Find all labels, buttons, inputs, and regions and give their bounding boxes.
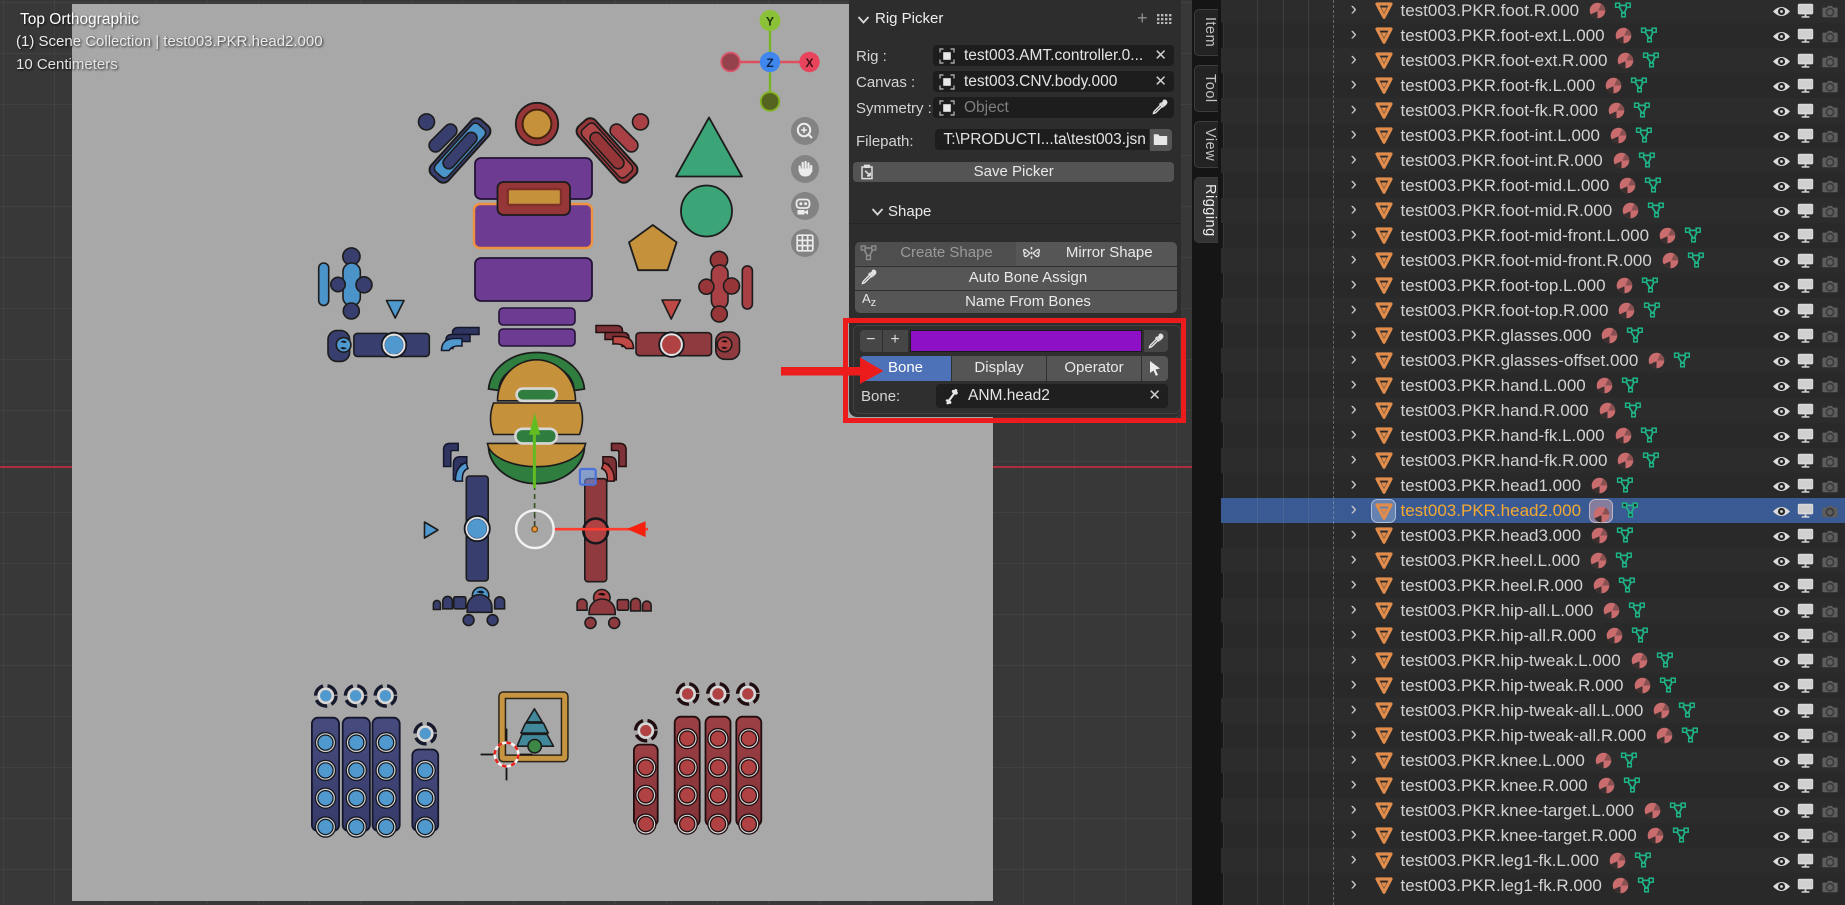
svg-text:X: X [805,56,813,70]
svg-text:Y: Y [766,15,774,29]
svg-text:Z: Z [766,56,773,70]
